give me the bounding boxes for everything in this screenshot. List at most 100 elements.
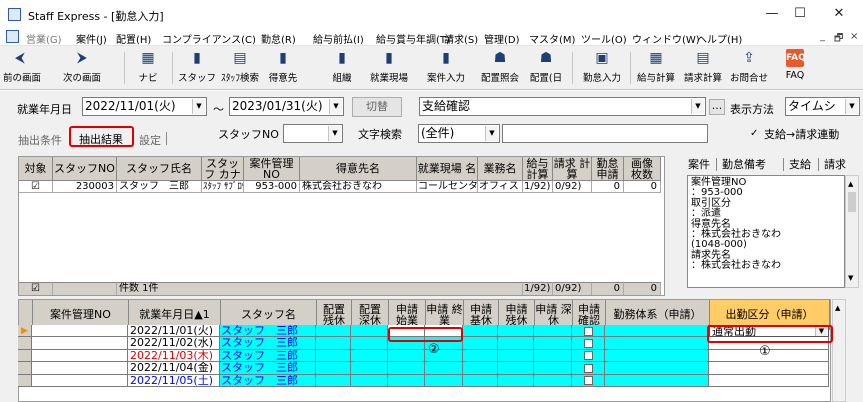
status-combo[interactable]: 支給確認 ▼ [419, 97, 706, 116]
tab-extract-conditions[interactable]: 抽出条件 [18, 132, 62, 148]
cell-case-no[interactable] [32, 325, 128, 338]
menu-admin[interactable]: 管理(D) [484, 31, 520, 46]
cell-case-no[interactable] [32, 349, 128, 363]
mdi-minimize-button[interactable]: _ [820, 31, 825, 42]
scroll-thumb[interactable] [848, 192, 856, 212]
link-checkbox[interactable]: ✓ [750, 128, 758, 139]
checkbox[interactable] [583, 363, 593, 373]
cell-confirm-checkbox[interactable] [572, 337, 605, 350]
text-search-input[interactable] [502, 124, 708, 143]
next-screen-button[interactable]: ⮞ 次の画面 [60, 48, 104, 88]
cell-req-base-break[interactable] [463, 349, 498, 363]
col-header-att-request[interactable]: 勤怠 申請 [592, 157, 624, 181]
cell-work-system[interactable] [605, 325, 709, 338]
bill-calc-button[interactable]: ▤ 請求計算 [680, 48, 726, 88]
cell-assign-overtime[interactable] [316, 349, 351, 363]
org-button[interactable]: ▮ 組織 [327, 48, 357, 88]
col-header-staff-kana[interactable]: スタッフ カナ [202, 157, 244, 181]
assign-day-button[interactable]: ☗ 配置(日 [526, 48, 566, 88]
cell-staff-name[interactable]: スタッフ 三郎 [220, 374, 316, 387]
cell-req-overtime-break[interactable] [498, 362, 534, 375]
cell-work-system[interactable] [605, 349, 709, 363]
cell-assign-night[interactable] [351, 374, 388, 387]
cell-assign-night[interactable] [351, 362, 388, 375]
pay-calc-button[interactable]: ▦ 給与計算 [633, 48, 679, 88]
menu-case[interactable]: 案件(J) [76, 31, 107, 46]
cell-req-base-break[interactable] [463, 374, 498, 387]
cell-date[interactable]: 2022/11/04(金) [128, 362, 220, 375]
checkbox[interactable] [583, 351, 593, 361]
tab-case[interactable]: 案件 [688, 156, 710, 172]
more-button[interactable]: ... [709, 99, 725, 115]
cell-req-overtime-break[interactable] [498, 349, 534, 363]
tab-billing[interactable]: 請求 [824, 156, 846, 172]
tab-payment[interactable]: 支給 [789, 156, 811, 172]
cell-req-base-break[interactable] [463, 362, 498, 375]
display-method-combo[interactable]: タイムシ ▼ [785, 97, 860, 116]
cell-attendance-kubun[interactable] [709, 362, 829, 375]
cell-case-no[interactable] [32, 337, 128, 350]
staff-search-button[interactable]: ▤ ｽﾀｯﾌ検索 [218, 48, 262, 88]
cell-req-base-break[interactable] [463, 325, 498, 338]
cell-assign-night[interactable] [351, 349, 388, 363]
row-target-checkbox[interactable]: ☑ [19, 181, 53, 193]
cell-req-start[interactable] [388, 362, 425, 375]
menu-compliance[interactable]: コンプライアンス(C) [162, 31, 256, 46]
menu-sales[interactable]: 営業(G) [26, 31, 62, 46]
cell-work-system[interactable] [605, 362, 709, 375]
cell-staff-name[interactable]: スタッフ 三郎 [220, 362, 316, 375]
date-to-combo[interactable]: 2023/01/31(火) ▼ [229, 97, 344, 116]
client-button[interactable]: ▮ 得意先 [263, 48, 303, 88]
menu-window[interactable]: ウィンドウ(W) [632, 31, 700, 46]
prev-screen-button[interactable]: ⮜ 前の画面 [3, 48, 41, 88]
cell-date[interactable]: 2022/11/02(水) [128, 337, 220, 350]
navi-button[interactable]: ▦ ナビ [133, 48, 163, 88]
col-header-bill-calc[interactable]: 請求 計算 [553, 157, 592, 181]
col-header-pay-calc[interactable]: 給与 計算 [523, 157, 553, 181]
col-header-client-name[interactable]: 得意先名 [300, 157, 417, 181]
cell-confirm-checkbox[interactable] [572, 325, 605, 338]
menu-help[interactable]: ヘルプ(H) [697, 31, 742, 46]
cell-req-night-break[interactable] [534, 349, 572, 363]
memo-scrollbar[interactable]: ▲ ▼ [845, 175, 859, 288]
menu-master[interactable]: マスタ(M) [529, 31, 575, 46]
cell-req-overtime-break[interactable] [498, 325, 534, 338]
cell-req-end[interactable] [425, 374, 463, 387]
col-header-job-name[interactable]: 業務名 [478, 157, 523, 181]
mdi-close-button[interactable]: × [850, 31, 858, 42]
cell-req-overtime-break[interactable] [498, 337, 534, 350]
menu-assign[interactable]: 配置(H) [116, 31, 151, 46]
col-header-staff-name[interactable]: スタッフ氏名 [117, 157, 202, 181]
cell-staff-name[interactable]: スタッフ 三郎 [220, 325, 316, 338]
cell-assign-overtime[interactable] [316, 362, 351, 375]
cell-req-night-break[interactable] [534, 337, 572, 350]
menu-payroll[interactable]: 給与賞与年調(T) [376, 31, 450, 46]
cell-case-no[interactable] [32, 374, 128, 387]
minimize-button[interactable]: — [759, 4, 785, 24]
cell-req-night-break[interactable] [534, 374, 572, 387]
cell-date[interactable]: 2022/11/03(木) [128, 349, 220, 363]
cell-work-system[interactable] [605, 337, 709, 350]
tab-extract-results[interactable]: 抽出結果 [79, 131, 123, 147]
attendance-grid-scrollbar[interactable]: ▲ [832, 299, 846, 402]
switch-button[interactable]: 切替 [352, 97, 402, 117]
cell-case-no[interactable] [32, 362, 128, 375]
site-button[interactable]: ▮ 就業現場 [364, 48, 414, 88]
cell-assign-overtime[interactable] [316, 374, 351, 387]
cell-confirm-checkbox[interactable] [572, 349, 605, 363]
maximize-button[interactable]: ☐ [787, 4, 813, 24]
col-header-staff-no[interactable]: スタッフNO [53, 157, 117, 181]
menu-pay-advance[interactable]: 給与前払(I) [313, 31, 364, 46]
cell-confirm-checkbox[interactable] [572, 362, 605, 375]
cell-assign-night[interactable] [351, 337, 388, 350]
menu-attendance[interactable]: 勤怠(R) [261, 31, 296, 46]
assign-view-button[interactable]: ☗ 配置照会 [475, 48, 525, 88]
cell-req-overtime-break[interactable] [498, 374, 534, 387]
menu-billing[interactable]: 請求(S) [444, 31, 478, 46]
date-from-combo[interactable]: 2022/11/01(火) ▼ [82, 97, 207, 116]
checkbox[interactable] [583, 326, 593, 336]
staff-button[interactable]: ▮ スタッフ [177, 48, 217, 88]
col-header-case-no[interactable]: 案件管理 NO [244, 157, 300, 181]
cell-work-system[interactable] [605, 374, 709, 387]
cell-staff-name[interactable]: スタッフ 三郎 [220, 337, 316, 350]
